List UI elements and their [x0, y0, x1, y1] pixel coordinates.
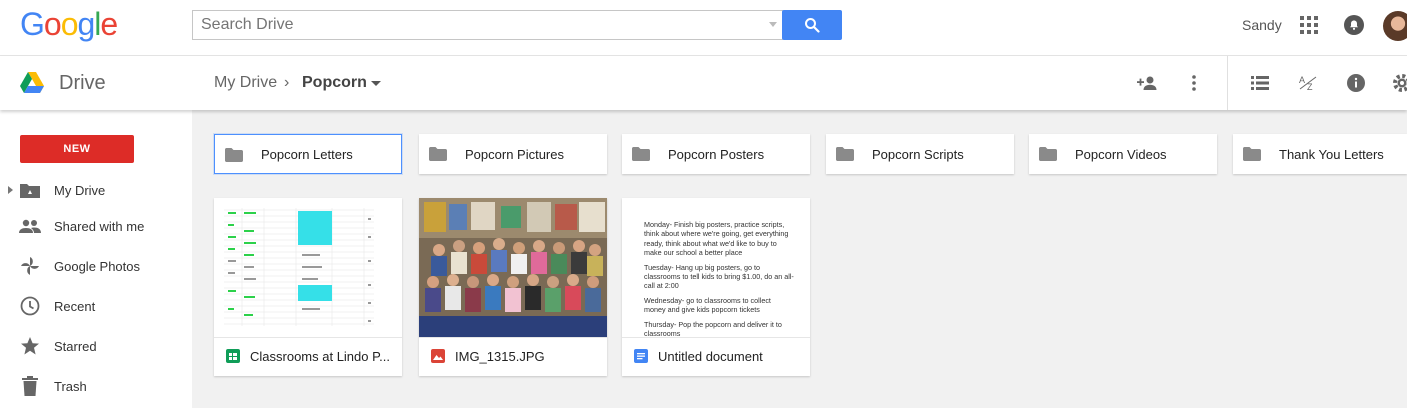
- file-tile[interactable]: Monday- Finish big posters, practice scr…: [622, 198, 810, 376]
- sidebar-item-starred[interactable]: Starred: [0, 331, 192, 361]
- notifications-bell-icon[interactable]: [1344, 15, 1364, 35]
- drive-toolbar: Drive My Drive › Popcorn AZ: [0, 56, 1407, 110]
- search-box: [192, 10, 783, 40]
- document-preview-text: Monday- Finish big posters, practice scr…: [644, 220, 794, 338]
- search-options-caret-icon[interactable]: [769, 22, 777, 27]
- logo-letter: G: [20, 6, 45, 42]
- list-view-icon[interactable]: [1248, 71, 1272, 95]
- breadcrumb-my-drive[interactable]: My Drive: [214, 74, 277, 92]
- more-actions-icon[interactable]: [1182, 71, 1206, 95]
- folder-tile[interactable]: Popcorn Scripts: [826, 134, 1014, 174]
- spreadsheet-file-icon: [226, 349, 240, 363]
- logo-letter: e: [100, 6, 118, 42]
- file-name: Classrooms at Lindo P...: [250, 349, 390, 364]
- people-icon: [19, 215, 41, 237]
- folder-icon: [225, 148, 243, 162]
- folder-tile[interactable]: Popcorn Letters: [214, 134, 402, 174]
- avatar[interactable]: [1383, 11, 1407, 41]
- folder-name: Popcorn Pictures: [465, 146, 564, 162]
- folder-icon: [836, 147, 854, 161]
- photo-thumbnail: [419, 198, 607, 338]
- folder-tile[interactable]: Popcorn Posters: [622, 134, 810, 174]
- sidebar-item-label: Starred: [54, 338, 97, 354]
- logo-letter: o: [60, 6, 79, 42]
- sort-az-icon[interactable]: AZ: [1296, 71, 1320, 95]
- sidebar-item-recent[interactable]: Recent: [0, 291, 192, 321]
- search-input[interactable]: [193, 11, 753, 39]
- folder-icon: [1243, 147, 1261, 161]
- sidebar-item-label: My Drive: [54, 182, 106, 198]
- share-add-person-icon[interactable]: [1135, 71, 1159, 95]
- folder-icon: [632, 147, 650, 161]
- spreadsheet-thumbnail: [214, 198, 402, 338]
- file-tile[interactable]: Classrooms at Lindo P...: [214, 198, 402, 376]
- document-file-icon: [634, 349, 648, 363]
- info-icon[interactable]: [1344, 71, 1368, 95]
- expand-arrow-icon[interactable]: [8, 186, 13, 194]
- google-logo[interactable]: Google: [20, 6, 118, 43]
- file-name: Untitled document: [658, 349, 763, 364]
- document-thumbnail: Monday- Finish big posters, practice scr…: [622, 198, 810, 338]
- search-icon: [805, 18, 820, 33]
- sidebar-item-shared-with-me[interactable]: Shared with me: [0, 211, 192, 241]
- sidebar-item-label: Shared with me: [54, 218, 145, 234]
- file-name: IMG_1315.JPG: [455, 349, 545, 364]
- app-title[interactable]: Drive: [59, 72, 106, 95]
- user-name[interactable]: Sandy: [1242, 17, 1282, 33]
- photos-pinwheel-icon: [19, 255, 41, 277]
- top-bar: Google Sandy: [0, 0, 1407, 56]
- drive-folder-icon: [19, 179, 41, 201]
- logo-letter: o: [43, 6, 62, 42]
- sidebar-item-label: Google Photos: [54, 258, 141, 274]
- file-tile[interactable]: IMG_1315.JPG: [419, 198, 607, 376]
- folder-menu-caret-icon[interactable]: [371, 81, 381, 86]
- document-preview-paragraph: Wednesday- go to classrooms to collect m…: [644, 295, 771, 315]
- document-preview-paragraph: Thursday- Pop the popcorn and deliver it…: [644, 319, 782, 338]
- sidebar-item-my-drive[interactable]: My Drive: [0, 175, 192, 205]
- folder-icon: [1039, 147, 1057, 161]
- star-icon: [19, 335, 41, 357]
- settings-gear-icon[interactable]: [1390, 71, 1407, 95]
- folder-name: Popcorn Letters: [261, 146, 353, 162]
- drive-logo-icon[interactable]: [20, 72, 44, 94]
- search-button[interactable]: [782, 10, 842, 40]
- folder-icon: [429, 147, 447, 161]
- file-grid: Popcorn Letters Popcorn Pictures Popcorn…: [192, 110, 1407, 408]
- image-file-icon: [431, 349, 445, 363]
- folder-tile[interactable]: Popcorn Pictures: [419, 134, 607, 174]
- toolbar-divider: [1227, 56, 1228, 110]
- folder-name: Popcorn Videos: [1075, 146, 1167, 162]
- sidebar-item-label: Trash: [54, 378, 87, 394]
- breadcrumb-current-folder[interactable]: Popcorn: [302, 74, 367, 92]
- folder-tile[interactable]: Thank You Letters: [1233, 134, 1407, 174]
- logo-letter: g: [77, 6, 95, 42]
- sidebar-item-trash[interactable]: Trash: [0, 371, 192, 401]
- sidebar-item-label: Recent: [54, 298, 96, 314]
- breadcrumb-separator: ›: [284, 74, 290, 91]
- document-preview-paragraph: Monday- Finish big posters, practice scr…: [644, 220, 789, 258]
- sidebar: NEW My Drive Shared with me Google Photo…: [0, 110, 192, 408]
- folder-name: Popcorn Posters: [668, 146, 765, 162]
- apps-grid-icon[interactable]: [1300, 16, 1318, 34]
- clock-icon: [19, 295, 41, 317]
- svg-text:A: A: [1299, 75, 1305, 85]
- folder-name: Popcorn Scripts: [872, 146, 964, 162]
- folder-name: Thank You Letters: [1279, 146, 1384, 162]
- new-button[interactable]: NEW: [20, 135, 134, 163]
- sidebar-item-google-photos[interactable]: Google Photos: [0, 251, 192, 281]
- document-preview-paragraph: Tuesday- Hang up big posters, go to clas…: [644, 262, 794, 291]
- trash-icon: [19, 375, 41, 397]
- folder-tile[interactable]: Popcorn Videos: [1029, 134, 1217, 174]
